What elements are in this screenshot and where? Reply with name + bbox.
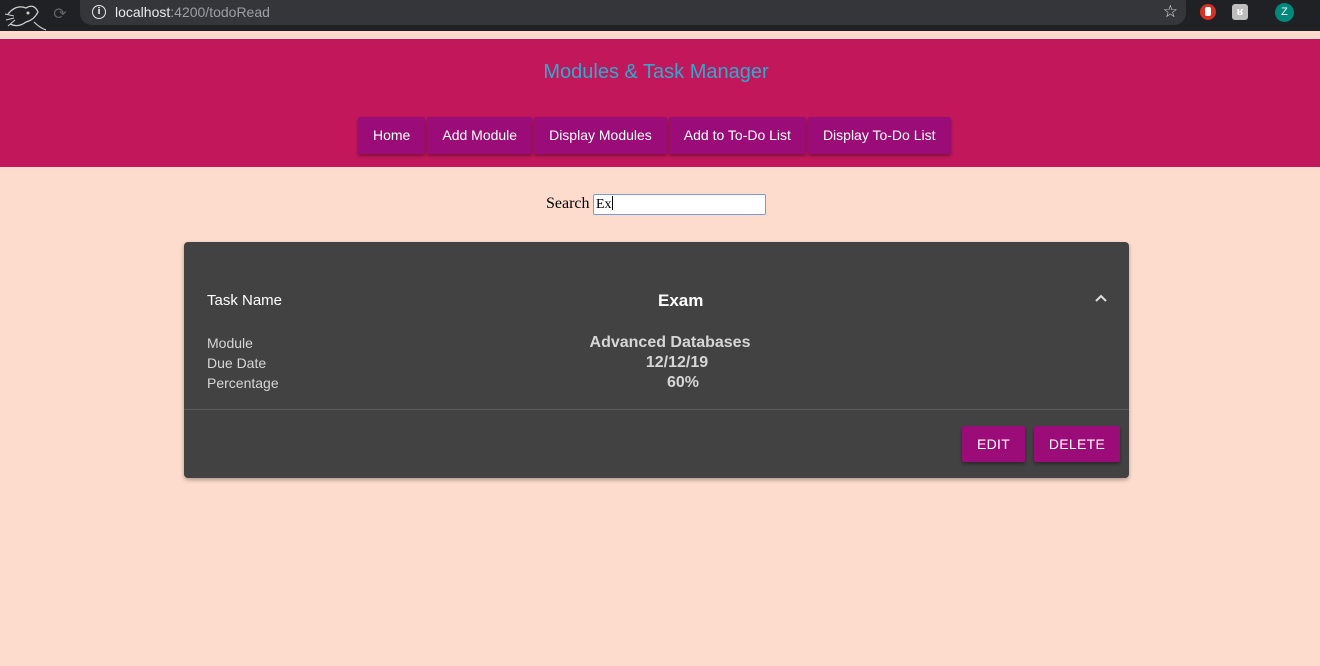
- profile-avatar[interactable]: Z: [1275, 3, 1294, 22]
- page-title: Modules & Task Manager: [543, 61, 769, 83]
- percentage-value: 60%: [666, 374, 700, 391]
- percentage-label: Percentage: [207, 375, 279, 391]
- chevron-up-icon[interactable]: [1094, 291, 1108, 305]
- search-input[interactable]: Ex: [593, 194, 766, 215]
- task-name-value: Exam: [658, 291, 704, 310]
- text-caret: [611, 196, 613, 210]
- card-divider: [184, 409, 1129, 410]
- edit-button[interactable]: EDIT: [962, 426, 1025, 462]
- nav-add-module-button[interactable]: Add Module: [427, 117, 533, 154]
- app-header: Modules & Task Manager Home Add Module D…: [0, 39, 1320, 167]
- task-name-label: Task Name: [207, 292, 283, 309]
- url-text[interactable]: localhost:4200/todoRead: [115, 4, 270, 21]
- nav-add-todo-button[interactable]: Add to To-Do List: [668, 117, 806, 154]
- url-path: :4200/todoRead: [170, 4, 270, 20]
- reload-icon[interactable]: ⟳: [50, 4, 70, 24]
- nav-bar: Home Add Module Display Modules Add to T…: [358, 117, 951, 154]
- module-label: Module: [207, 335, 253, 351]
- nav-display-modules-button[interactable]: Display Modules: [534, 117, 667, 154]
- extension-icon[interactable]: ʁ: [1232, 4, 1248, 20]
- extension-block-icon[interactable]: [1200, 4, 1216, 20]
- star-icon[interactable]: ☆: [1163, 2, 1178, 22]
- nav-display-todo-button[interactable]: Display To-Do List: [807, 117, 951, 154]
- info-icon[interactable]: i: [92, 5, 106, 19]
- search-input-value: Ex: [596, 197, 612, 212]
- page-top-strip: [0, 31, 1320, 39]
- due-date-value: 12/12/19: [645, 354, 709, 371]
- browser-toolbar: ⟳ i localhost:4200/todoRead ☆ ʁ Z: [0, 0, 1320, 31]
- task-card: Task Name Exam Module Advanced Databases…: [184, 242, 1129, 478]
- nav-home-button[interactable]: Home: [358, 117, 426, 154]
- delete-button[interactable]: DELETE: [1034, 426, 1120, 462]
- search-label: Search: [546, 195, 590, 212]
- due-date-label: Due Date: [207, 355, 267, 371]
- module-value: Advanced Databases: [589, 334, 751, 351]
- browser-logo-icon: [4, 5, 47, 31]
- url-host: localhost: [115, 4, 171, 20]
- address-bar[interactable]: i localhost:4200/todoRead ☆: [80, 0, 1186, 25]
